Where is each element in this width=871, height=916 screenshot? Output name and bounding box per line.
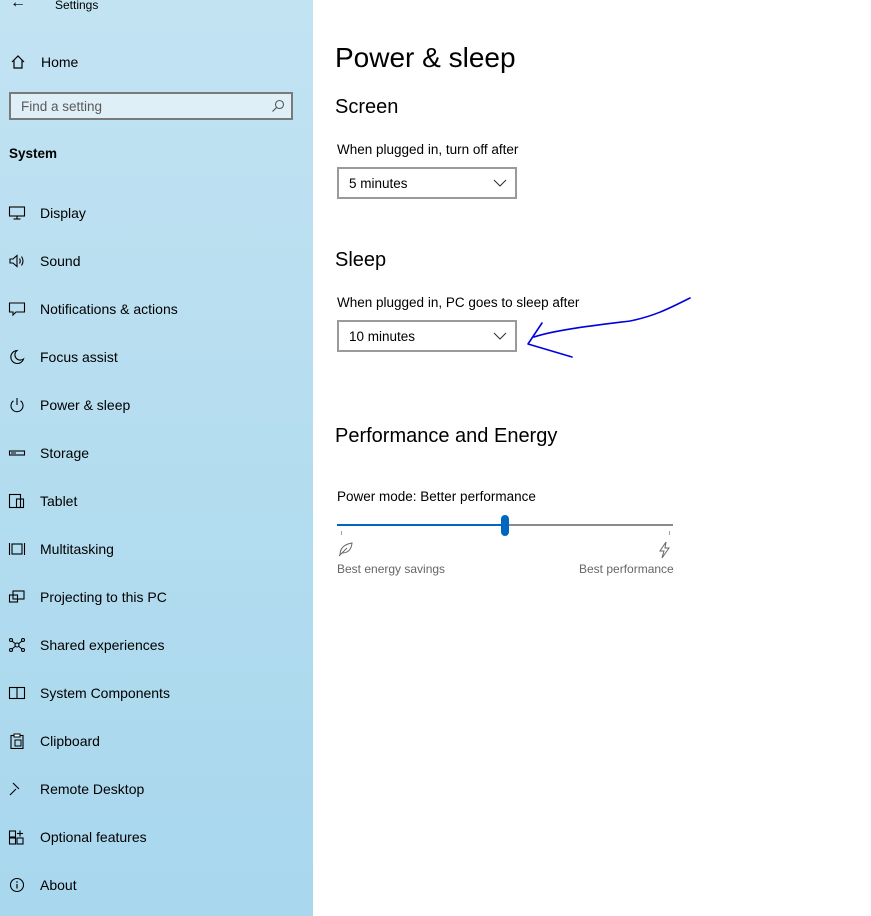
hand-drawn-arrow-annotation (527, 297, 691, 358)
